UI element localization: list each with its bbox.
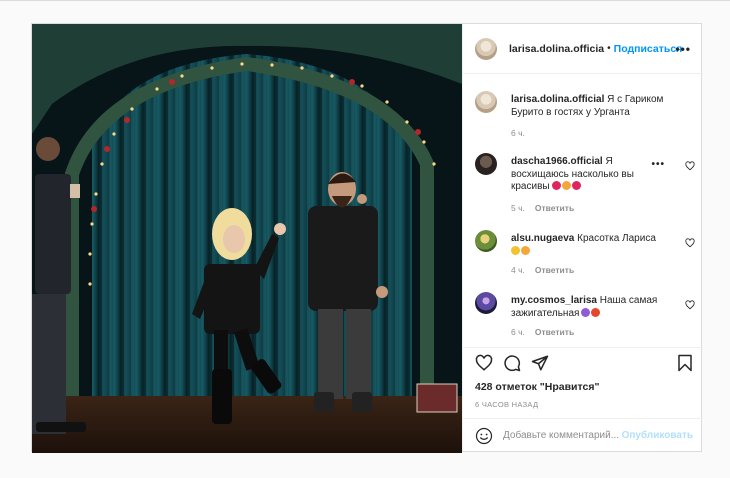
caption-age: 6 ч. — [511, 128, 525, 138]
comment-input[interactable]: Добавьте комментарий... — [503, 430, 619, 441]
stage-photo-illustration — [32, 24, 462, 453]
comment-avatar[interactable] — [475, 230, 497, 252]
comment-username[interactable]: dascha1966.official — [511, 156, 603, 167]
comment-meta: 4 ч. Ответить — [511, 265, 575, 275]
caption-avatar[interactable] — [475, 91, 497, 113]
post-sidebar: larisa.dolina.officia • Подписаться ••• … — [462, 24, 703, 451]
comments-list: larisa.dolina.official Я с Гариком Бурит… — [463, 75, 703, 347]
comment-meta: 6 ч. Ответить — [511, 327, 575, 337]
post-dialog: larisa.dolina.officia • Подписаться ••• … — [31, 23, 703, 453]
emoji-smiley-icon[interactable] — [475, 427, 493, 445]
bookmark-save-icon[interactable] — [677, 354, 693, 372]
post-header: larisa.dolina.officia • Подписаться ••• — [463, 24, 703, 74]
comment-username[interactable]: my.cosmos_larisa — [511, 295, 597, 306]
add-comment-bar: Добавьте комментарий... Опубликовать — [463, 418, 703, 452]
comment-text: dascha1966.official Я восхищаюсь насколь… — [511, 156, 661, 194]
comment-text: alsu.nugaeva Красотка Лариса — [511, 233, 661, 258]
author-avatar[interactable] — [475, 37, 497, 60]
red-heart-icon — [552, 181, 562, 190]
comment-meta: 5 ч. Ответить — [511, 203, 575, 213]
comment-avatar[interactable] — [475, 292, 497, 314]
red-heart-icon — [572, 181, 582, 190]
comment-options-icon[interactable]: ••• — [651, 159, 665, 170]
follow-button[interactable]: Подписаться — [614, 43, 683, 55]
caption-username[interactable]: larisa.dolina.official — [511, 94, 604, 105]
heart-eyes-icon — [562, 181, 572, 190]
more-options-icon[interactable]: ••• — [675, 42, 691, 56]
like-comment-icon[interactable] — [685, 161, 695, 171]
reply-button[interactable]: Ответить — [535, 265, 574, 275]
post-time[interactable]: 6 ЧАСОВ НАЗАД — [475, 400, 538, 409]
reply-button[interactable]: Ответить — [535, 203, 574, 213]
top-divider — [0, 0, 730, 1]
share-send-icon[interactable] — [531, 354, 549, 372]
comment-username[interactable]: alsu.nugaeva — [511, 233, 574, 244]
like-comment-icon[interactable] — [685, 300, 695, 310]
publish-button[interactable]: Опубликовать — [622, 430, 693, 441]
like-comment-icon[interactable] — [685, 238, 695, 248]
separator-dot: • — [607, 43, 611, 54]
clap-icon — [511, 245, 520, 255]
comment-body: Красотка Лариса — [577, 233, 656, 244]
heart-eyes-icon — [521, 245, 530, 255]
comment-text: my.cosmos_larisa Наша самая зажигательна… — [511, 295, 661, 320]
comment-bubble-icon[interactable] — [503, 354, 521, 372]
likes-count[interactable]: 428 отметок "Нравится" — [475, 381, 599, 393]
caption-text: larisa.dolina.official Я с Гариком Бурит… — [511, 94, 681, 119]
reply-button[interactable]: Ответить — [535, 327, 574, 337]
comment-avatar[interactable] — [475, 153, 497, 175]
post-actions: 428 отметок "Нравится" 6 ЧАСОВ НАЗАД Доб… — [463, 347, 703, 451]
action-icons — [473, 354, 695, 380]
collision-icon — [591, 307, 601, 317]
post-photo[interactable] — [32, 24, 462, 453]
like-heart-icon[interactable] — [475, 354, 493, 372]
author-username[interactable]: larisa.dolina.officia — [509, 43, 604, 55]
purple-heart-icon — [581, 307, 591, 317]
